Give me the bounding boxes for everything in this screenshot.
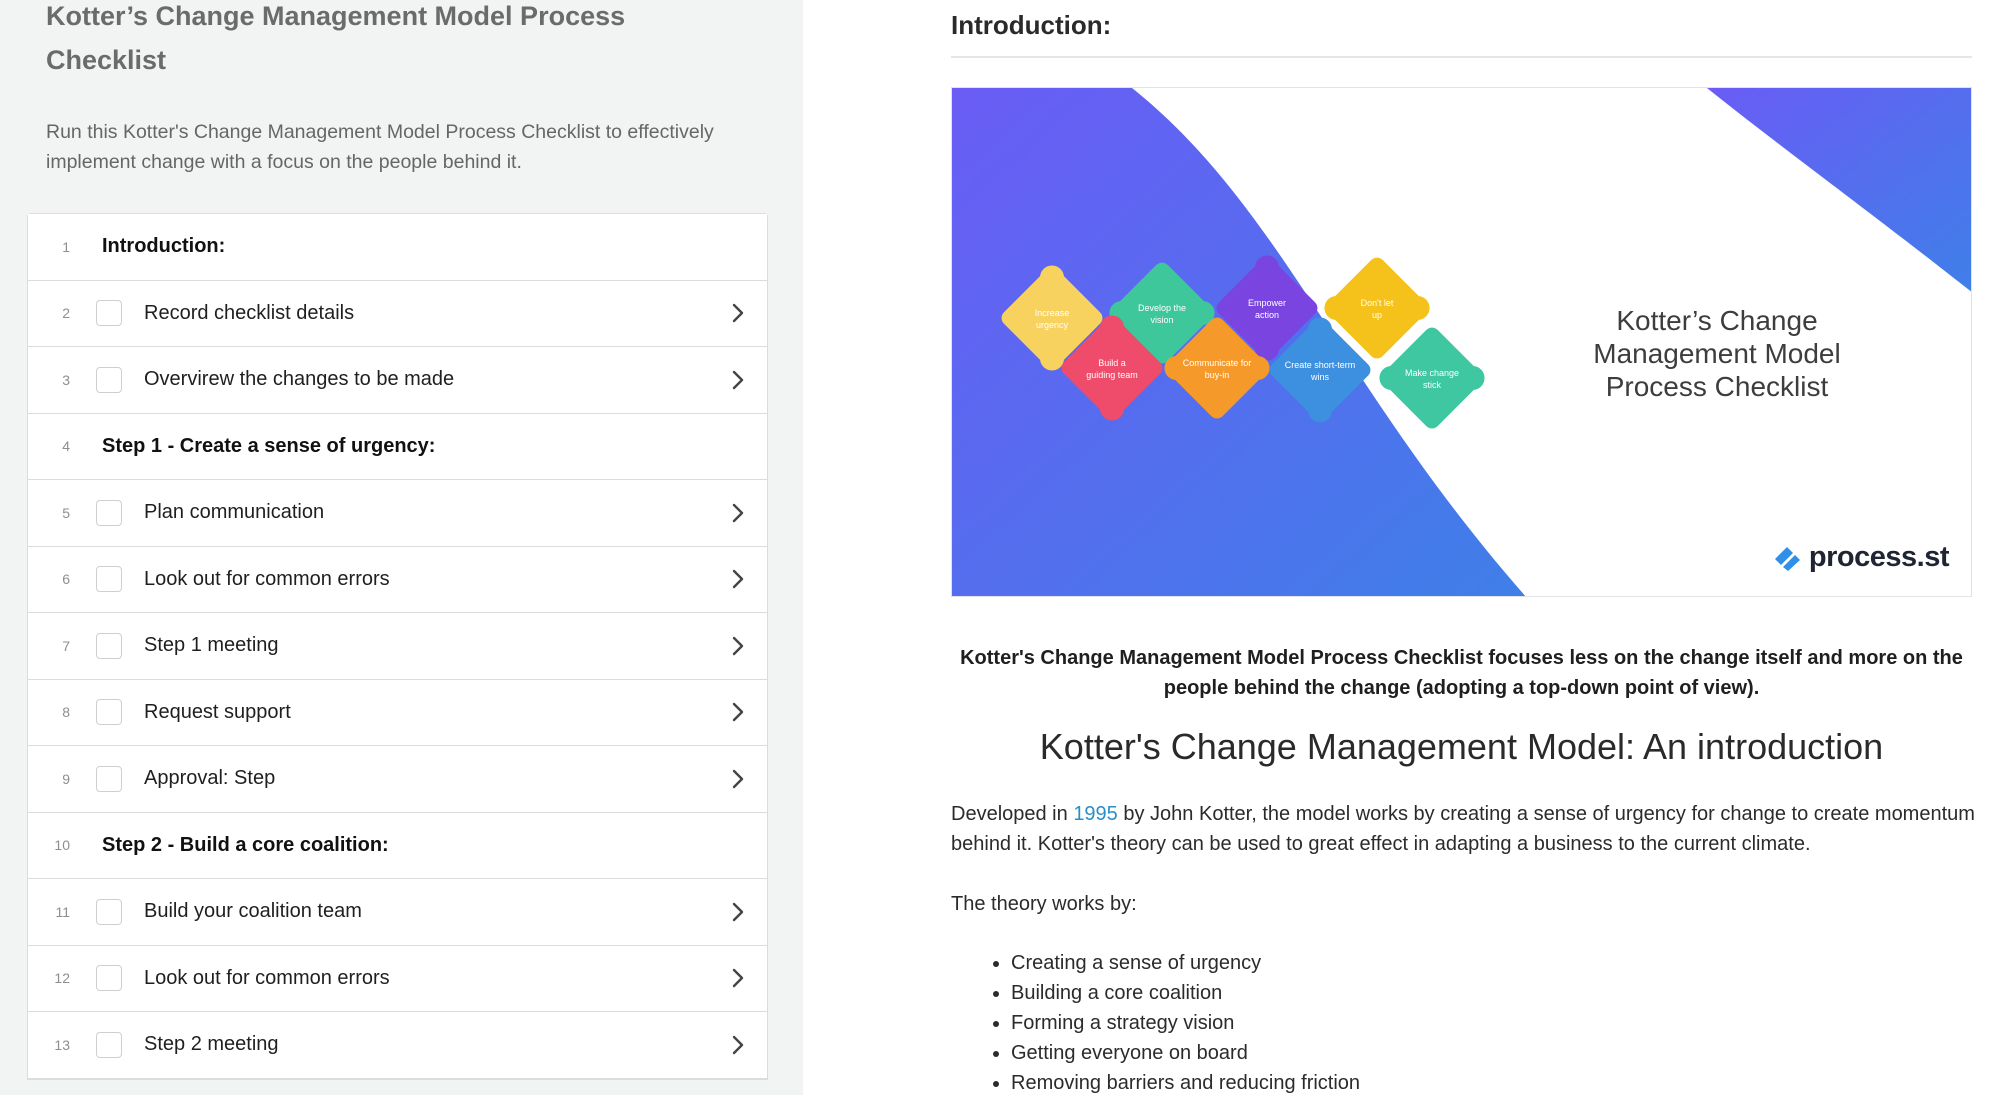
svg-text:Create short-term: Create short-term xyxy=(1285,360,1356,370)
task-checkbox[interactable] xyxy=(96,765,122,792)
svg-text:urgency: urgency xyxy=(1036,320,1069,330)
chevron-right-icon[interactable] xyxy=(731,768,745,790)
chevron-right-icon[interactable] xyxy=(731,635,745,657)
section-header-label: Step 1 - Create a sense of urgency: xyxy=(102,434,436,457)
row-number: 10 xyxy=(54,837,70,854)
theory-list-item: Getting everyone on board xyxy=(1011,1038,1360,1068)
task-label: Plan communication xyxy=(144,501,325,524)
task-row[interactable]: 13 Step 2 meeting xyxy=(28,1012,767,1079)
row-number: 11 xyxy=(55,903,70,920)
row-number: 9 xyxy=(62,770,70,787)
section-header-row[interactable]: 10 Step 2 - Build a core coalition: xyxy=(28,812,767,879)
checklist-title: Kotter’s Change Management Model Process… xyxy=(46,1,626,75)
svg-text:up: up xyxy=(1372,310,1382,320)
task-label: Request support xyxy=(144,700,291,723)
svg-text:Develop the: Develop the xyxy=(1138,303,1186,313)
chevron-right-icon[interactable] xyxy=(731,701,745,723)
svg-text:Build a: Build a xyxy=(1098,358,1126,368)
chevron-right-icon[interactable] xyxy=(731,369,745,391)
chevron-right-icon[interactable] xyxy=(731,967,745,989)
theory-list-item: Removing barriers and reducing friction xyxy=(1011,1068,1360,1098)
checklist-sidebar: Kotter’s Change Management Model Process… xyxy=(0,0,803,1095)
task-label: Build your coalition team xyxy=(144,900,362,923)
svg-text:Empower: Empower xyxy=(1248,298,1286,308)
task-label: Approval: Step xyxy=(144,767,276,790)
task-checkbox[interactable] xyxy=(96,898,122,925)
task-row[interactable]: 11 Build your coalition team xyxy=(28,879,767,946)
task-checkbox[interactable] xyxy=(96,499,122,526)
task-row[interactable]: 6 Look out for common errors xyxy=(28,546,767,613)
row-number: 7 xyxy=(62,637,70,654)
row-number: 2 xyxy=(62,305,70,322)
svg-text:vision: vision xyxy=(1150,315,1173,325)
task-label: Look out for common errors xyxy=(144,966,390,989)
banner-wave-right xyxy=(1707,88,1971,292)
row-number: 13 xyxy=(54,1036,70,1053)
lead-paragraph: Kotter's Change Management Model Process… xyxy=(960,647,1963,699)
row-number: 12 xyxy=(54,970,70,987)
task-row[interactable]: 7 Step 1 meeting xyxy=(28,613,767,680)
brand-logo: process.st xyxy=(1773,541,1950,574)
task-row[interactable]: 9 Approval: Step xyxy=(28,746,767,813)
theory-list-item: Forming a strategy vision xyxy=(1011,1008,1360,1038)
intro-paragraph: Developed in 1995 by John Kotter, the mo… xyxy=(951,799,1981,859)
task-checkbox[interactable] xyxy=(96,1031,122,1058)
svg-text:Make change: Make change xyxy=(1405,368,1459,378)
task-label: Overvirew the changes to be made xyxy=(144,368,455,391)
section-header-row[interactable]: 1 Introduction: xyxy=(28,214,767,281)
chevron-right-icon[interactable] xyxy=(731,568,745,590)
task-checkbox[interactable] xyxy=(96,566,122,593)
row-number: 5 xyxy=(62,504,70,521)
svg-text:Communicate for: Communicate for xyxy=(1183,358,1252,368)
svg-text:action: action xyxy=(1255,310,1279,320)
section-header-row[interactable]: 4 Step 1 - Create a sense of urgency: xyxy=(28,413,767,480)
task-label: Step 1 meeting xyxy=(144,634,279,657)
theory-list-item: Creating a sense of urgency xyxy=(1011,948,1360,978)
task-row[interactable]: 12 Look out for common errors xyxy=(28,945,767,1012)
task-row[interactable]: 5 Plan communication xyxy=(28,480,767,547)
task-label: Step 2 meeting xyxy=(144,1033,279,1056)
para-before: Developed in xyxy=(951,803,1074,825)
task-row[interactable]: 3 Overvirew the changes to be made xyxy=(28,347,767,414)
divider xyxy=(951,56,1972,58)
row-number: 8 xyxy=(62,704,70,721)
theory-intro: The theory works by: xyxy=(951,893,1137,915)
row-number: 4 xyxy=(62,438,70,455)
theory-list: Creating a sense of urgencyBuilding a co… xyxy=(987,948,1360,1098)
chevron-right-icon[interactable] xyxy=(731,502,745,524)
task-checkbox[interactable] xyxy=(96,632,122,659)
task-row[interactable]: 8 Request support xyxy=(28,679,767,746)
content-heading: Kotter's Change Management Model: An int… xyxy=(1039,726,1884,767)
task-label: Record checklist details xyxy=(144,301,355,324)
task-checkbox[interactable] xyxy=(96,300,122,327)
svg-text:stick: stick xyxy=(1423,380,1442,390)
chevron-right-icon[interactable] xyxy=(731,1034,745,1056)
row-number: 1 xyxy=(62,238,70,255)
section-title: Introduction: xyxy=(951,10,1112,40)
theory-list-item: Building a core coalition xyxy=(1011,978,1360,1008)
banner-image: Increase urgency Develop the vision Empower a… xyxy=(951,87,1972,597)
process-st-logo-icon xyxy=(1774,546,1800,571)
section-header-label: Introduction: xyxy=(102,235,226,258)
year-link[interactable]: 1995 xyxy=(1073,803,1118,825)
chevron-right-icon[interactable] xyxy=(731,901,745,923)
row-number: 3 xyxy=(62,371,70,388)
checklist-description: Run this Kotter's Change Management Mode… xyxy=(46,121,714,173)
banner-title: Kotter’s Change Management Model Process… xyxy=(1593,305,1841,402)
svg-text:guiding team: guiding team xyxy=(1086,370,1138,380)
task-checkbox[interactable] xyxy=(96,699,122,726)
brand-name: process.st xyxy=(1808,541,1950,573)
task-checkbox[interactable] xyxy=(96,366,122,393)
task-row[interactable]: 2 Record checklist details xyxy=(28,280,767,347)
row-number: 6 xyxy=(62,571,70,588)
task-list: 1 Introduction: 2 Record checklist details 3… xyxy=(27,213,768,1080)
svg-text:Increase: Increase xyxy=(1035,308,1070,318)
task-label: Look out for common errors xyxy=(144,567,390,590)
task-checkbox[interactable] xyxy=(96,965,122,992)
svg-text:wins: wins xyxy=(1310,372,1330,382)
svg-text:buy-in: buy-in xyxy=(1205,370,1230,380)
chevron-right-icon[interactable] xyxy=(731,302,745,324)
svg-text:Don't let: Don't let xyxy=(1361,298,1394,308)
section-header-label: Step 2 - Build a core coalition: xyxy=(102,833,389,856)
